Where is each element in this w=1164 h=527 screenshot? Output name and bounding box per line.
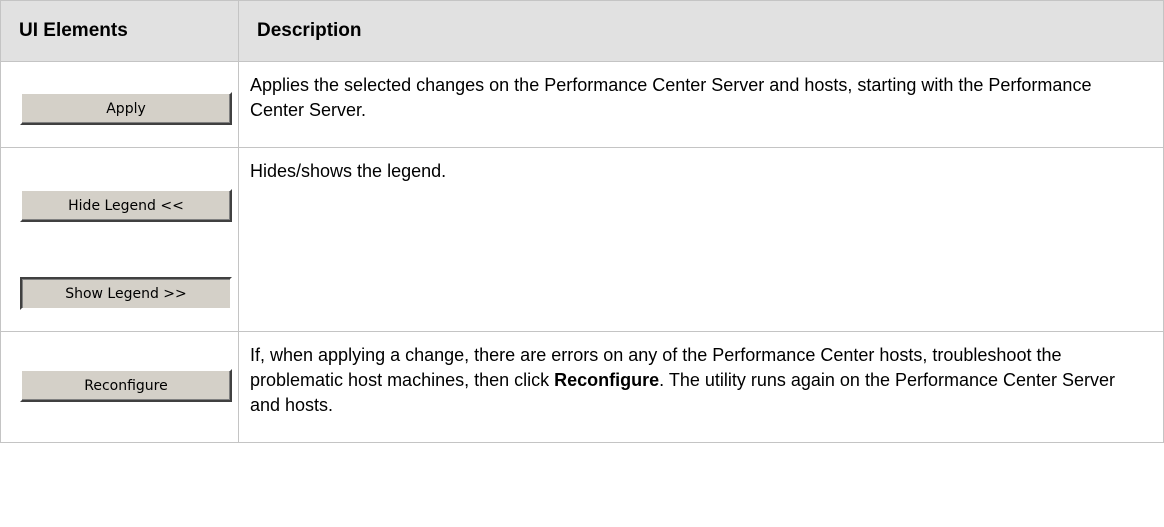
description-cell: If, when applying a change, there are er… (238, 331, 1164, 443)
table-row: Apply Applies the selected changes on th… (0, 61, 1164, 148)
ui-element-cell: Reconfigure (0, 331, 239, 443)
ui-elements-table: UI Elements Description Apply Applies th… (0, 0, 1164, 443)
reconfigure-emphasis: Reconfigure (554, 370, 660, 390)
table-header-row: UI Elements Description (0, 0, 1164, 62)
ui-element-cell: Apply (0, 61, 239, 148)
description-cell: Applies the selected changes on the Perf… (238, 61, 1164, 148)
reconfigure-button[interactable]: Reconfigure (20, 369, 232, 402)
apply-button[interactable]: Apply (20, 92, 232, 125)
hide-legend-button[interactable]: Hide Legend << (20, 189, 232, 222)
show-legend-button[interactable]: Show Legend >> (20, 277, 232, 310)
column-header-ui-elements: UI Elements (0, 0, 239, 62)
table-row: Hide Legend << Show Legend >> Hides/show… (0, 147, 1164, 332)
ui-element-cell: Hide Legend << Show Legend >> (0, 147, 239, 332)
table-row: Reconfigure If, when applying a change, … (0, 331, 1164, 443)
description-cell: Hides/shows the legend. (238, 147, 1164, 332)
column-header-description: Description (238, 0, 1164, 62)
